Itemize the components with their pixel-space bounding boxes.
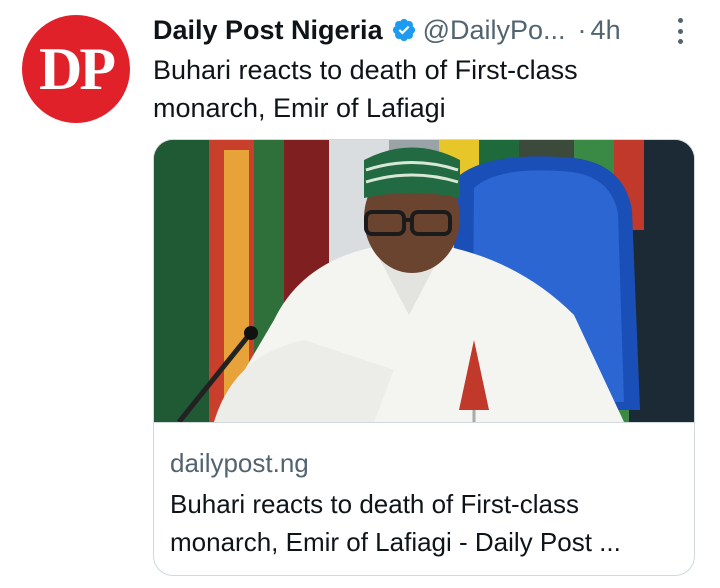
link-preview-card[interactable]: dailypost.ng Buhari reacts to death of F… <box>153 139 695 576</box>
more-vertical-icon[interactable] <box>676 18 684 44</box>
card-meta[interactable]: dailypost.ng Buhari reacts to death of F… <box>154 422 694 575</box>
tweet-text: Buhari reacts to death of First-class mo… <box>153 55 578 123</box>
card-domain: dailypost.ng <box>170 448 309 478</box>
tweet-header: Daily Post Nigeria @DailyPo... · 4h <box>153 10 700 50</box>
avatar-logo-text: DP <box>39 35 116 102</box>
author-handle[interactable]: @DailyPo... <box>423 15 566 46</box>
separator-dot: · <box>577 14 587 45</box>
author-name[interactable]: Daily Post Nigeria <box>153 15 383 46</box>
timestamp[interactable]: 4h <box>591 15 621 46</box>
card-title: Buhari reacts to death of First-class mo… <box>170 489 621 557</box>
avatar[interactable]: DP <box>22 15 130 123</box>
article-photo[interactable] <box>154 140 694 422</box>
verified-badge-icon <box>391 17 417 43</box>
